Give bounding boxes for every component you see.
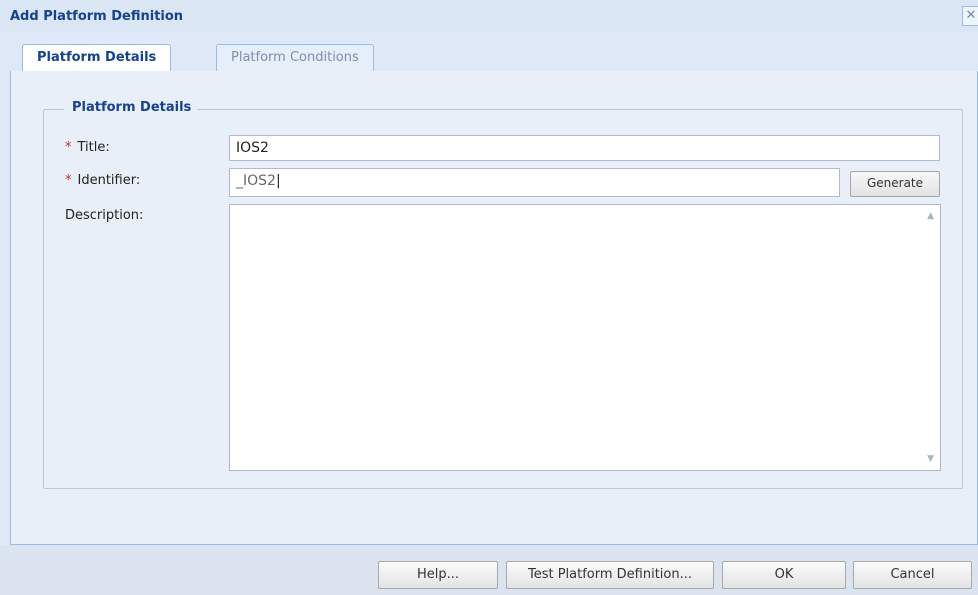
tab-strip: Platform Details Platform Conditions [10,44,978,72]
scroll-down-icon[interactable]: ▼ [927,454,934,464]
description-label: Description: [65,208,144,223]
add-platform-dialog: Add Platform Definition ✕ Platform Detai… [0,0,978,595]
test-platform-button[interactable]: Test Platform Definition... [506,561,714,589]
tab-panel: Platform Details * Title: IOS2 * Identifie… [10,71,978,545]
help-button[interactable]: Help... [378,561,498,589]
ok-button[interactable]: OK [722,561,846,589]
identifier-label: Identifier: [77,173,141,188]
close-icon[interactable]: ✕ [962,6,978,26]
title-input[interactable]: IOS2 [229,135,940,161]
required-marker: * [65,173,72,188]
description-textarea[interactable]: ▲ ▼ [229,204,941,471]
identifier-value: _IOS2 [236,173,276,189]
generate-button[interactable]: Generate [850,171,940,197]
title-label: Title: [77,140,110,155]
cancel-button[interactable]: Cancel [853,561,972,589]
fieldset-legend: Platform Details [64,100,198,115]
tab-platform-details[interactable]: Platform Details [22,44,172,72]
identifier-input[interactable]: _IOS2| [229,168,840,197]
text-cursor: | [275,173,281,189]
scroll-up-icon[interactable]: ▲ [927,211,934,221]
dialog-footer: Help... Test Platform Definition... OK C… [0,545,978,595]
platform-details-fieldset: Platform Details * Title: IOS2 * Identifie… [43,100,963,489]
dialog-title: Add Platform Definition [10,9,184,24]
required-marker: * [65,140,72,155]
tab-platform-conditions[interactable]: Platform Conditions [216,44,374,71]
identifier-label-wrap: * Identifier: [65,173,140,188]
title-label-wrap: * Title: [65,140,110,155]
dialog-titlebar: Add Platform Definition ✕ [0,0,978,32]
title-value: IOS2 [236,140,269,156]
